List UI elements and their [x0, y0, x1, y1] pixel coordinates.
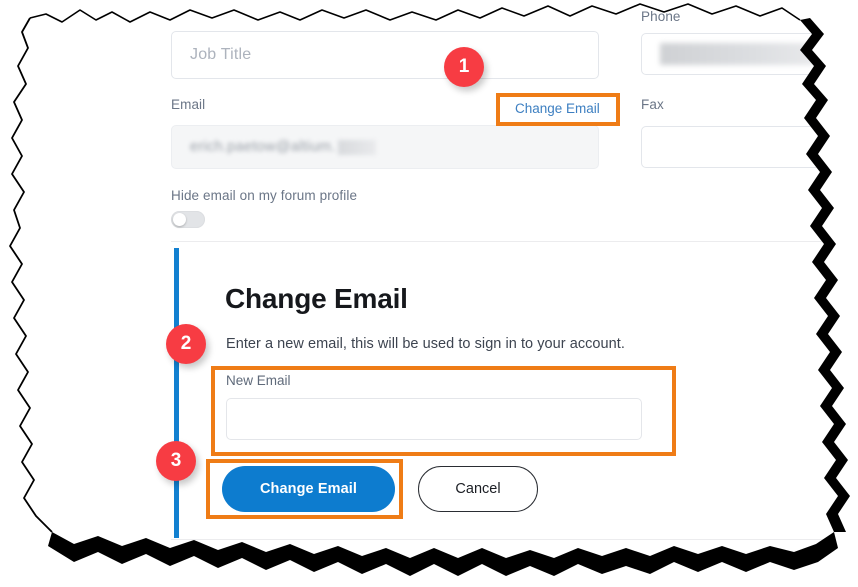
email-input: erich.paetow@altium.	[171, 125, 599, 169]
email-value: erich.paetow@altium.	[190, 139, 336, 155]
panel-title: Change Email	[225, 283, 408, 314]
panel-bottom-divider	[171, 539, 858, 540]
change-email-link-overlay[interactable]: Change Email	[515, 101, 600, 116]
email-domain-redaction	[337, 139, 376, 155]
job-title-placeholder: Job Title	[190, 46, 252, 63]
hide-email-label: Hide email on my forum profile	[171, 188, 358, 203]
email-label: Email	[171, 97, 206, 112]
highlight-new-email-field	[211, 366, 676, 456]
cancel-button[interactable]: Cancel	[418, 466, 538, 512]
hide-email-toggle[interactable]	[171, 211, 205, 228]
screenshot-canvas: Job Title Email Change Email erich.paeto…	[0, 0, 858, 587]
fax-label: Fax	[641, 97, 664, 112]
step-badge-3: 3	[156, 441, 196, 481]
phone-label: Phone	[641, 9, 681, 24]
step-badge-1: 1	[444, 47, 484, 87]
highlight-change-email-button	[206, 459, 403, 519]
phone-value-redaction	[660, 43, 815, 65]
fax-input[interactable]	[641, 126, 858, 168]
step-badge-2: 2	[166, 324, 206, 364]
phone-input[interactable]	[641, 33, 858, 75]
guide-bar	[174, 248, 179, 538]
job-title-input[interactable]: Job Title	[171, 31, 599, 79]
profile-form: Job Title Email Change Email erich.paeto…	[0, 0, 858, 242]
toggle-knob	[173, 213, 186, 226]
panel-subtitle: Enter a new email, this will be used to …	[226, 336, 625, 352]
